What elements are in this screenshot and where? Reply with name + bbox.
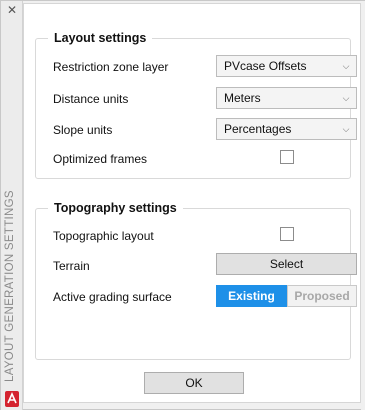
topographic-layout-label: Topographic layout (53, 229, 154, 243)
chevron-down-icon: ⌵ (342, 124, 350, 134)
side-title-bar: ✕ LAYOUT GENERATION SETTINGS (1, 1, 23, 410)
window-title: LAYOUT GENERATION SETTINGS (4, 190, 16, 382)
chevron-down-icon: ⌵ (342, 61, 350, 71)
restriction-zone-layer-label: Restriction zone layer (53, 60, 169, 74)
group-title-topography: Topography settings (48, 200, 183, 216)
optimized-frames-label: Optimized frames (53, 152, 148, 166)
chevron-down-icon: ⌵ (342, 93, 350, 103)
app-logo-icon (5, 391, 19, 407)
distance-units-select[interactable]: Meters ⌵ (216, 87, 357, 109)
settings-panel: Layout settings Restriction zone layer P… (23, 3, 361, 403)
optimized-frames-checkbox[interactable] (280, 150, 294, 164)
active-grading-surface-label: Active grading surface (53, 290, 172, 304)
terrain-label: Terrain (53, 259, 90, 273)
restriction-zone-layer-value: PVcase Offsets (224, 59, 307, 73)
distance-units-label: Distance units (53, 92, 129, 106)
grading-surface-proposed-toggle[interactable]: Proposed (287, 285, 357, 307)
window-right-edge (361, 1, 365, 410)
close-icon[interactable]: ✕ (6, 4, 18, 16)
ok-button[interactable]: OK (144, 372, 244, 394)
slope-units-value: Percentages (224, 122, 292, 136)
terrain-select-button[interactable]: Select (216, 253, 357, 275)
grading-surface-existing-toggle[interactable]: Existing (216, 285, 287, 307)
layout-generation-settings-window: ✕ LAYOUT GENERATION SETTINGS Layout sett… (0, 0, 365, 410)
distance-units-value: Meters (224, 91, 261, 105)
restriction-zone-layer-select[interactable]: PVcase Offsets ⌵ (216, 55, 357, 77)
slope-units-label: Slope units (53, 123, 113, 137)
slope-units-select[interactable]: Percentages ⌵ (216, 118, 357, 140)
topographic-layout-checkbox[interactable] (280, 227, 294, 241)
group-title-layout: Layout settings (48, 30, 153, 46)
